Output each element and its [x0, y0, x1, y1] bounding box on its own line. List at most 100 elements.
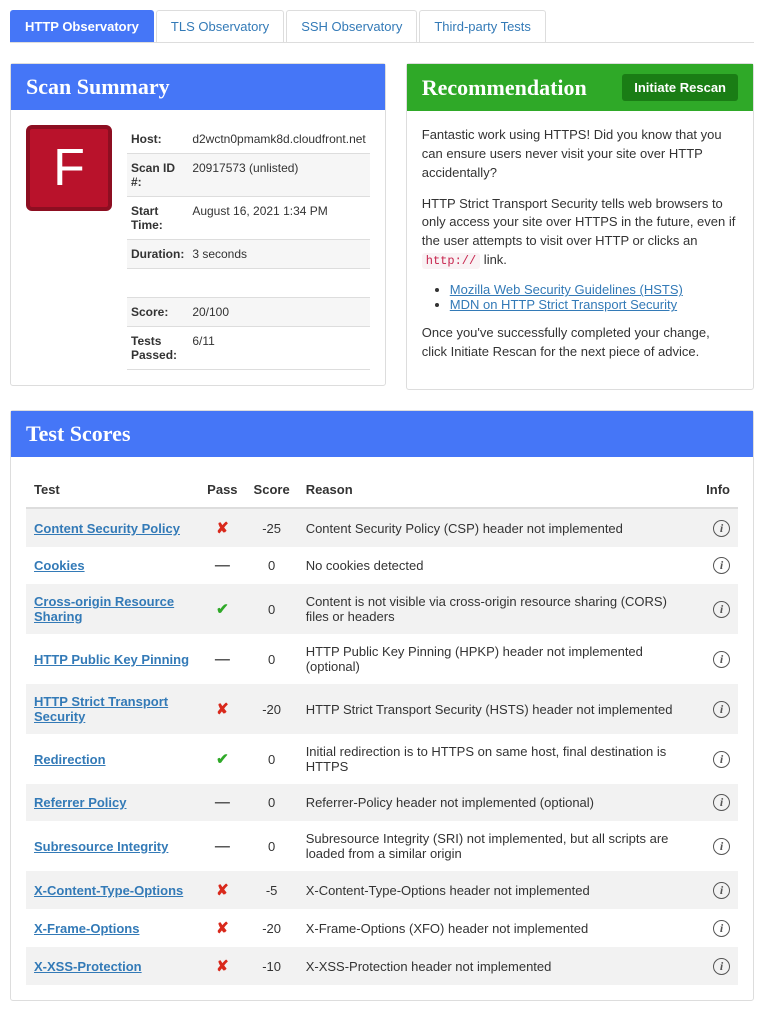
summary-row: Duration:3 seconds — [127, 240, 370, 269]
test-link[interactable]: Redirection — [34, 752, 106, 767]
reason-text: HTTP Public Key Pinning (HPKP) header no… — [298, 634, 698, 684]
dash-icon: — — [215, 838, 230, 855]
grade-badge: F — [26, 125, 112, 211]
scan-summary-panel: Scan Summary F Host:d2wctn0pmamk8d.cloud… — [10, 63, 386, 386]
summary-label: Scan ID #: — [127, 154, 188, 197]
test-link[interactable]: Subresource Integrity — [34, 839, 168, 854]
score-value: 0 — [246, 584, 298, 634]
tab-tls-observatory[interactable]: TLS Observatory — [156, 10, 284, 42]
info-icon[interactable]: i — [713, 838, 730, 855]
score-row: HTTP Public Key Pinning — 0HTTP Public Key… — [26, 634, 738, 684]
score-row: Referrer Policy — 0Referrer-Policy header … — [26, 784, 738, 821]
tab-http-observatory[interactable]: HTTP Observatory — [10, 10, 154, 42]
reco-paragraph-2: HTTP Strict Transport Security tells web… — [422, 195, 738, 271]
summary-value: 20/100 — [188, 298, 369, 327]
info-icon[interactable]: i — [713, 651, 730, 668]
reason-text: HTTP Strict Transport Security (HSTS) he… — [298, 684, 698, 734]
test-link[interactable]: X-Content-Type-Options — [34, 883, 183, 898]
test-scores-table: Test Pass Score Reason Info Content Secu… — [26, 472, 738, 985]
score-row: X-Frame-Options ✘ -20X-Frame-Options (XFO)… — [26, 909, 738, 947]
summary-value: August 16, 2021 1:34 PM — [188, 197, 369, 240]
summary-value: d2wctn0pmamk8d.cloudfront.net — [188, 125, 369, 154]
recommendation-panel: Recommendation Initiate Rescan Fantastic… — [406, 63, 754, 390]
score-value: 0 — [246, 734, 298, 784]
pass-icon: ✔ — [216, 750, 229, 768]
summary-label: Start Time: — [127, 197, 188, 240]
dash-icon: — — [215, 794, 230, 811]
info-icon[interactable]: i — [713, 520, 730, 537]
score-row: Cross-origin Resource Sharing ✔ 0Content i… — [26, 584, 738, 634]
test-scores-title: Test Scores — [11, 411, 753, 457]
score-value: 0 — [246, 634, 298, 684]
score-value: -5 — [246, 871, 298, 909]
score-row: X-XSS-Protection ✘ -10X-XSS-Protection hea… — [26, 947, 738, 985]
summary-label: Score: — [127, 298, 188, 327]
info-icon[interactable]: i — [713, 557, 730, 574]
score-value: -25 — [246, 508, 298, 547]
summary-row — [127, 269, 370, 298]
test-link[interactable]: X-Frame-Options — [34, 921, 139, 936]
score-value: -20 — [246, 684, 298, 734]
fail-icon: ✘ — [216, 919, 229, 937]
test-scores-panel: Test Scores Test Pass Score Reason Info … — [10, 410, 754, 1001]
summary-row: Start Time:August 16, 2021 1:34 PM — [127, 197, 370, 240]
info-icon[interactable]: i — [713, 794, 730, 811]
score-row: Content Security Policy✘-25Content Secur… — [26, 508, 738, 547]
test-link[interactable]: Content Security Policy — [34, 521, 180, 536]
tab-third-party-tests[interactable]: Third-party Tests — [419, 10, 546, 42]
score-value: 0 — [246, 784, 298, 821]
test-link[interactable]: HTTP Strict Transport Security — [34, 694, 168, 724]
reason-text: Content Security Policy (CSP) header not… — [298, 508, 698, 547]
summary-label: Host: — [127, 125, 188, 154]
summary-label: Duration: — [127, 240, 188, 269]
score-value: -10 — [246, 947, 298, 985]
score-value: 0 — [246, 821, 298, 871]
recommendation-title: Recommendation — [422, 75, 587, 101]
summary-value: 3 seconds — [188, 240, 369, 269]
info-icon[interactable]: i — [713, 701, 730, 718]
reason-text: Initial redirection is to HTTPS on same … — [298, 734, 698, 784]
test-link[interactable]: X-XSS-Protection — [34, 959, 142, 974]
info-icon[interactable]: i — [713, 920, 730, 937]
info-icon[interactable]: i — [713, 601, 730, 618]
dash-icon: — — [215, 557, 230, 574]
link-mdn-hsts[interactable]: MDN on HTTP Strict Transport Security — [450, 297, 677, 312]
tab-ssh-observatory[interactable]: SSH Observatory — [286, 10, 417, 42]
summary-value: 6/11 — [188, 327, 369, 370]
link-mozilla-hsts[interactable]: Mozilla Web Security Guidelines (HSTS) — [450, 282, 683, 297]
score-value: 0 — [246, 547, 298, 584]
col-test: Test — [26, 472, 199, 508]
test-link[interactable]: HTTP Public Key Pinning — [34, 652, 189, 667]
reason-text: Content is not visible via cross-origin … — [298, 584, 698, 634]
pass-icon: ✔ — [216, 600, 229, 618]
summary-label: Tests Passed: — [127, 327, 188, 370]
test-link[interactable]: Cross-origin Resource Sharing — [34, 594, 174, 624]
score-row: Redirection ✔ 0Initial redirection is to H… — [26, 734, 738, 784]
score-value: -20 — [246, 909, 298, 947]
scan-summary-title: Scan Summary — [11, 64, 385, 110]
reason-text: X-Frame-Options (XFO) header not impleme… — [298, 909, 698, 947]
summary-value — [188, 269, 369, 298]
reason-text: Subresource Integrity (SRI) not implemen… — [298, 821, 698, 871]
col-pass: Pass — [199, 472, 245, 508]
initiate-rescan-button[interactable]: Initiate Rescan — [622, 74, 738, 101]
reason-text: Referrer-Policy header not implemented (… — [298, 784, 698, 821]
fail-icon: ✘ — [216, 700, 229, 718]
col-score: Score — [246, 472, 298, 508]
info-icon[interactable]: i — [713, 958, 730, 975]
fail-icon: ✘ — [216, 881, 229, 899]
info-icon[interactable]: i — [713, 751, 730, 768]
summary-value: 20917573 (unlisted) — [188, 154, 369, 197]
col-info: Info — [698, 472, 738, 508]
col-reason: Reason — [298, 472, 698, 508]
fail-icon: ✘ — [216, 957, 229, 975]
http-code: http:// — [422, 253, 480, 269]
test-link[interactable]: Cookies — [34, 558, 85, 573]
dash-icon: — — [215, 651, 230, 668]
reason-text: X-XSS-Protection header not implemented — [298, 947, 698, 985]
summary-meta-table: Host:d2wctn0pmamk8d.cloudfront.netScan I… — [127, 125, 370, 370]
test-link[interactable]: Referrer Policy — [34, 795, 127, 810]
score-row: HTTP Strict Transport Security ✘ -20HTTP S… — [26, 684, 738, 734]
reco-paragraph-3: Once you've successfully completed your … — [422, 324, 738, 362]
info-icon[interactable]: i — [713, 882, 730, 899]
